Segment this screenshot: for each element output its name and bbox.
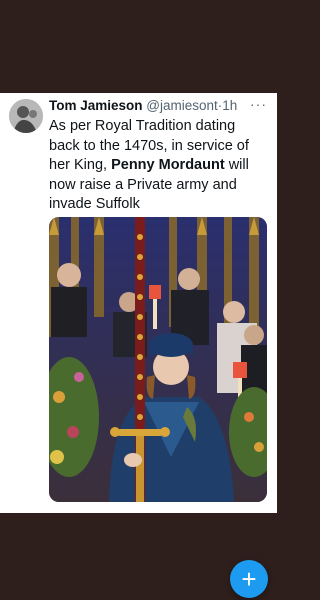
tweet-header: Tom Jamieson @jamiesont·1h — [49, 97, 269, 115]
tweet-text-bold: Penny Mordaunt — [111, 157, 225, 173]
author-avatar[interactable] — [9, 99, 43, 133]
tweet-time[interactable]: 1h — [222, 98, 237, 113]
avatar-image — [9, 99, 43, 133]
author-name[interactable]: Tom Jamieson — [49, 98, 143, 113]
tweet-media-photo[interactable] — [49, 217, 267, 502]
tweet-text: As per Royal Tradition dating back to th… — [49, 117, 269, 215]
more-options-icon[interactable]: ··· — [250, 97, 267, 111]
photo-illustration — [49, 217, 267, 502]
tweet-card[interactable]: Tom Jamieson @jamiesont·1h ··· As per Ro… — [0, 93, 277, 598]
author-handle[interactable]: @jamiesont — [146, 98, 217, 113]
compose-plus-icon[interactable]: + — [230, 560, 268, 598]
